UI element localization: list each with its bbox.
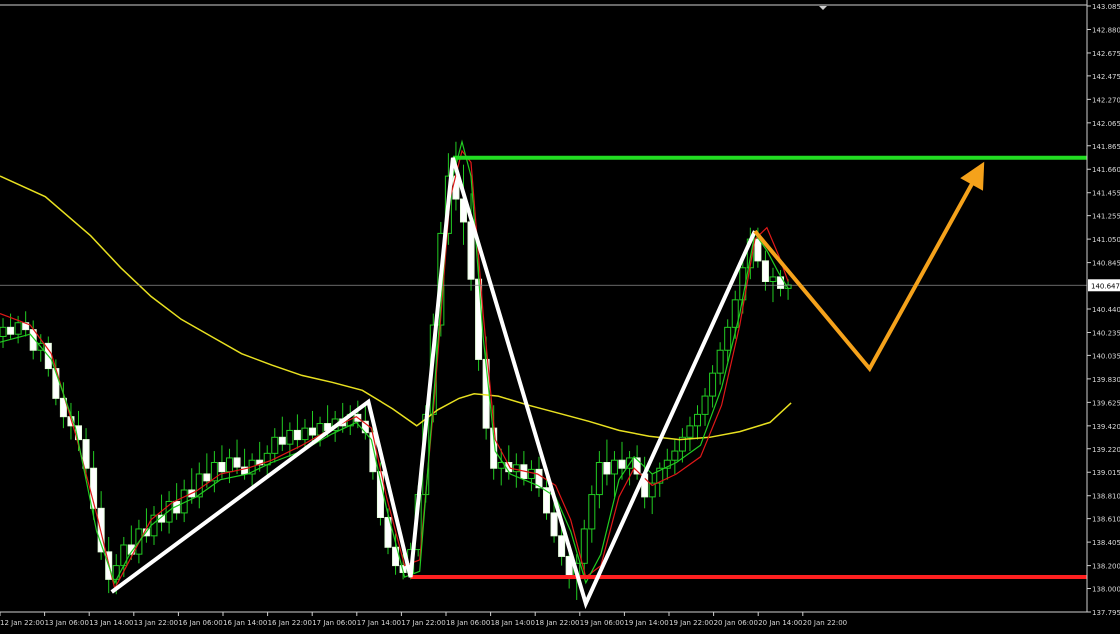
candle-body [580, 528, 588, 564]
price-tick-label: 138.200 [1092, 563, 1120, 571]
candle-body [603, 462, 611, 475]
price-tick-label: 138.810 [1092, 493, 1120, 501]
price-tick-label: 142.270 [1092, 96, 1120, 104]
price-tick-label: 140.440 [1092, 306, 1120, 314]
price-tick-label: 139.220 [1092, 446, 1120, 454]
time-tick-label: 18 Jan 22:00 [535, 619, 579, 627]
price-tick-label: 139.420 [1092, 423, 1120, 431]
price-tick-label: 140.845 [1092, 260, 1120, 268]
candle-body [701, 395, 709, 415]
candle-body [595, 462, 603, 496]
candle-body [527, 468, 535, 480]
time-tick-label: 17 Jan 06:00 [312, 619, 356, 627]
time-tick-label: 17 Jan 14:00 [357, 619, 401, 627]
candle-body [203, 473, 211, 482]
candle-body [686, 425, 694, 438]
candle-body [0, 326, 7, 337]
price-tick-label: 139.625 [1092, 399, 1120, 407]
candle-body [271, 436, 279, 454]
price-tick-label: 141.050 [1092, 236, 1120, 244]
time-tick-label: 16 Jan 06:00 [178, 619, 222, 627]
candle-body [724, 326, 732, 351]
price-tick-label: 137.795 [1092, 609, 1120, 617]
time-tick-label: 16 Jan 22:00 [268, 619, 312, 627]
time-tick-label: 20 Jan 22:00 [803, 619, 847, 627]
price-tick-label: 143.085 [1092, 3, 1120, 11]
candle-body [558, 535, 566, 557]
candle-body [286, 429, 294, 445]
price-tick-label: 140.235 [1092, 329, 1120, 337]
candle-body [14, 322, 22, 335]
time-tick-label: 19 Jan 22:00 [669, 619, 713, 627]
candle-body [709, 372, 717, 397]
current-price-label: 140.647 [1091, 282, 1120, 290]
candle-body [505, 462, 513, 473]
time-tick-label: 13 Jan 06:00 [45, 619, 89, 627]
time-tick-label: 17 Jan 22:00 [401, 619, 445, 627]
candle-body [233, 457, 241, 468]
price-tick-label: 142.880 [1092, 26, 1120, 34]
price-tick-label: 141.865 [1092, 143, 1120, 151]
price-tick-label: 138.000 [1092, 586, 1120, 594]
price-chart[interactable]: 143.085 142.880 142.675 142.475 142.270 142.0… [0, 0, 1120, 630]
candle-body [716, 349, 724, 374]
candle-body [769, 276, 777, 283]
candle-body [278, 436, 286, 445]
candle-body [112, 565, 120, 580]
price-tick-label: 142.675 [1092, 50, 1120, 58]
time-tick-label: 20 Jan 14:00 [758, 619, 802, 627]
candle-body [588, 494, 596, 530]
time-tick-label: 16 Jan 14:00 [223, 619, 267, 627]
price-tick-label: 139.015 [1092, 469, 1120, 477]
price-tick-label: 142.475 [1092, 73, 1120, 81]
price-tick-label: 138.610 [1092, 516, 1120, 524]
time-tick-label: 20 Jan 06:00 [714, 619, 758, 627]
price-tick-label: 141.255 [1092, 213, 1120, 221]
candle-body [618, 459, 626, 469]
chart-canvas[interactable]: 143.085 142.880 142.675 142.475 142.270 142.0… [0, 0, 1120, 630]
time-tick-label: 19 Jan 14:00 [624, 619, 668, 627]
time-tick-label: 13 Jan 14:00 [89, 619, 133, 627]
candle-body [671, 450, 679, 461]
time-tick-label: 18 Jan 06:00 [446, 619, 490, 627]
candle-body [761, 260, 769, 283]
candle-body [512, 464, 520, 473]
candle-body [225, 457, 233, 473]
price-tick-label: 139.830 [1092, 376, 1120, 384]
candle-body [7, 326, 15, 335]
time-tick-label: 19 Jan 06:00 [580, 619, 624, 627]
candle-body [550, 512, 558, 537]
candle-body [475, 278, 483, 360]
time-tick-label: 13 Jan 22:00 [134, 619, 178, 627]
candle-body [309, 427, 317, 436]
time-tick-label: 18 Jan 14:00 [491, 619, 535, 627]
time-tick-label: 12 Jan 22:00 [0, 619, 44, 627]
price-tick-label: 142.065 [1092, 120, 1120, 128]
price-tick-label: 140.035 [1092, 352, 1120, 360]
candle-body [610, 459, 618, 475]
price-tick-label: 141.455 [1092, 190, 1120, 198]
candle-body [218, 462, 226, 473]
price-tick-label: 141.660 [1092, 166, 1120, 174]
candle-body [754, 238, 762, 262]
candle-body [293, 429, 301, 441]
candle-body [693, 413, 701, 427]
candle-body [301, 427, 309, 441]
price-tick-label: 138.405 [1092, 539, 1120, 547]
